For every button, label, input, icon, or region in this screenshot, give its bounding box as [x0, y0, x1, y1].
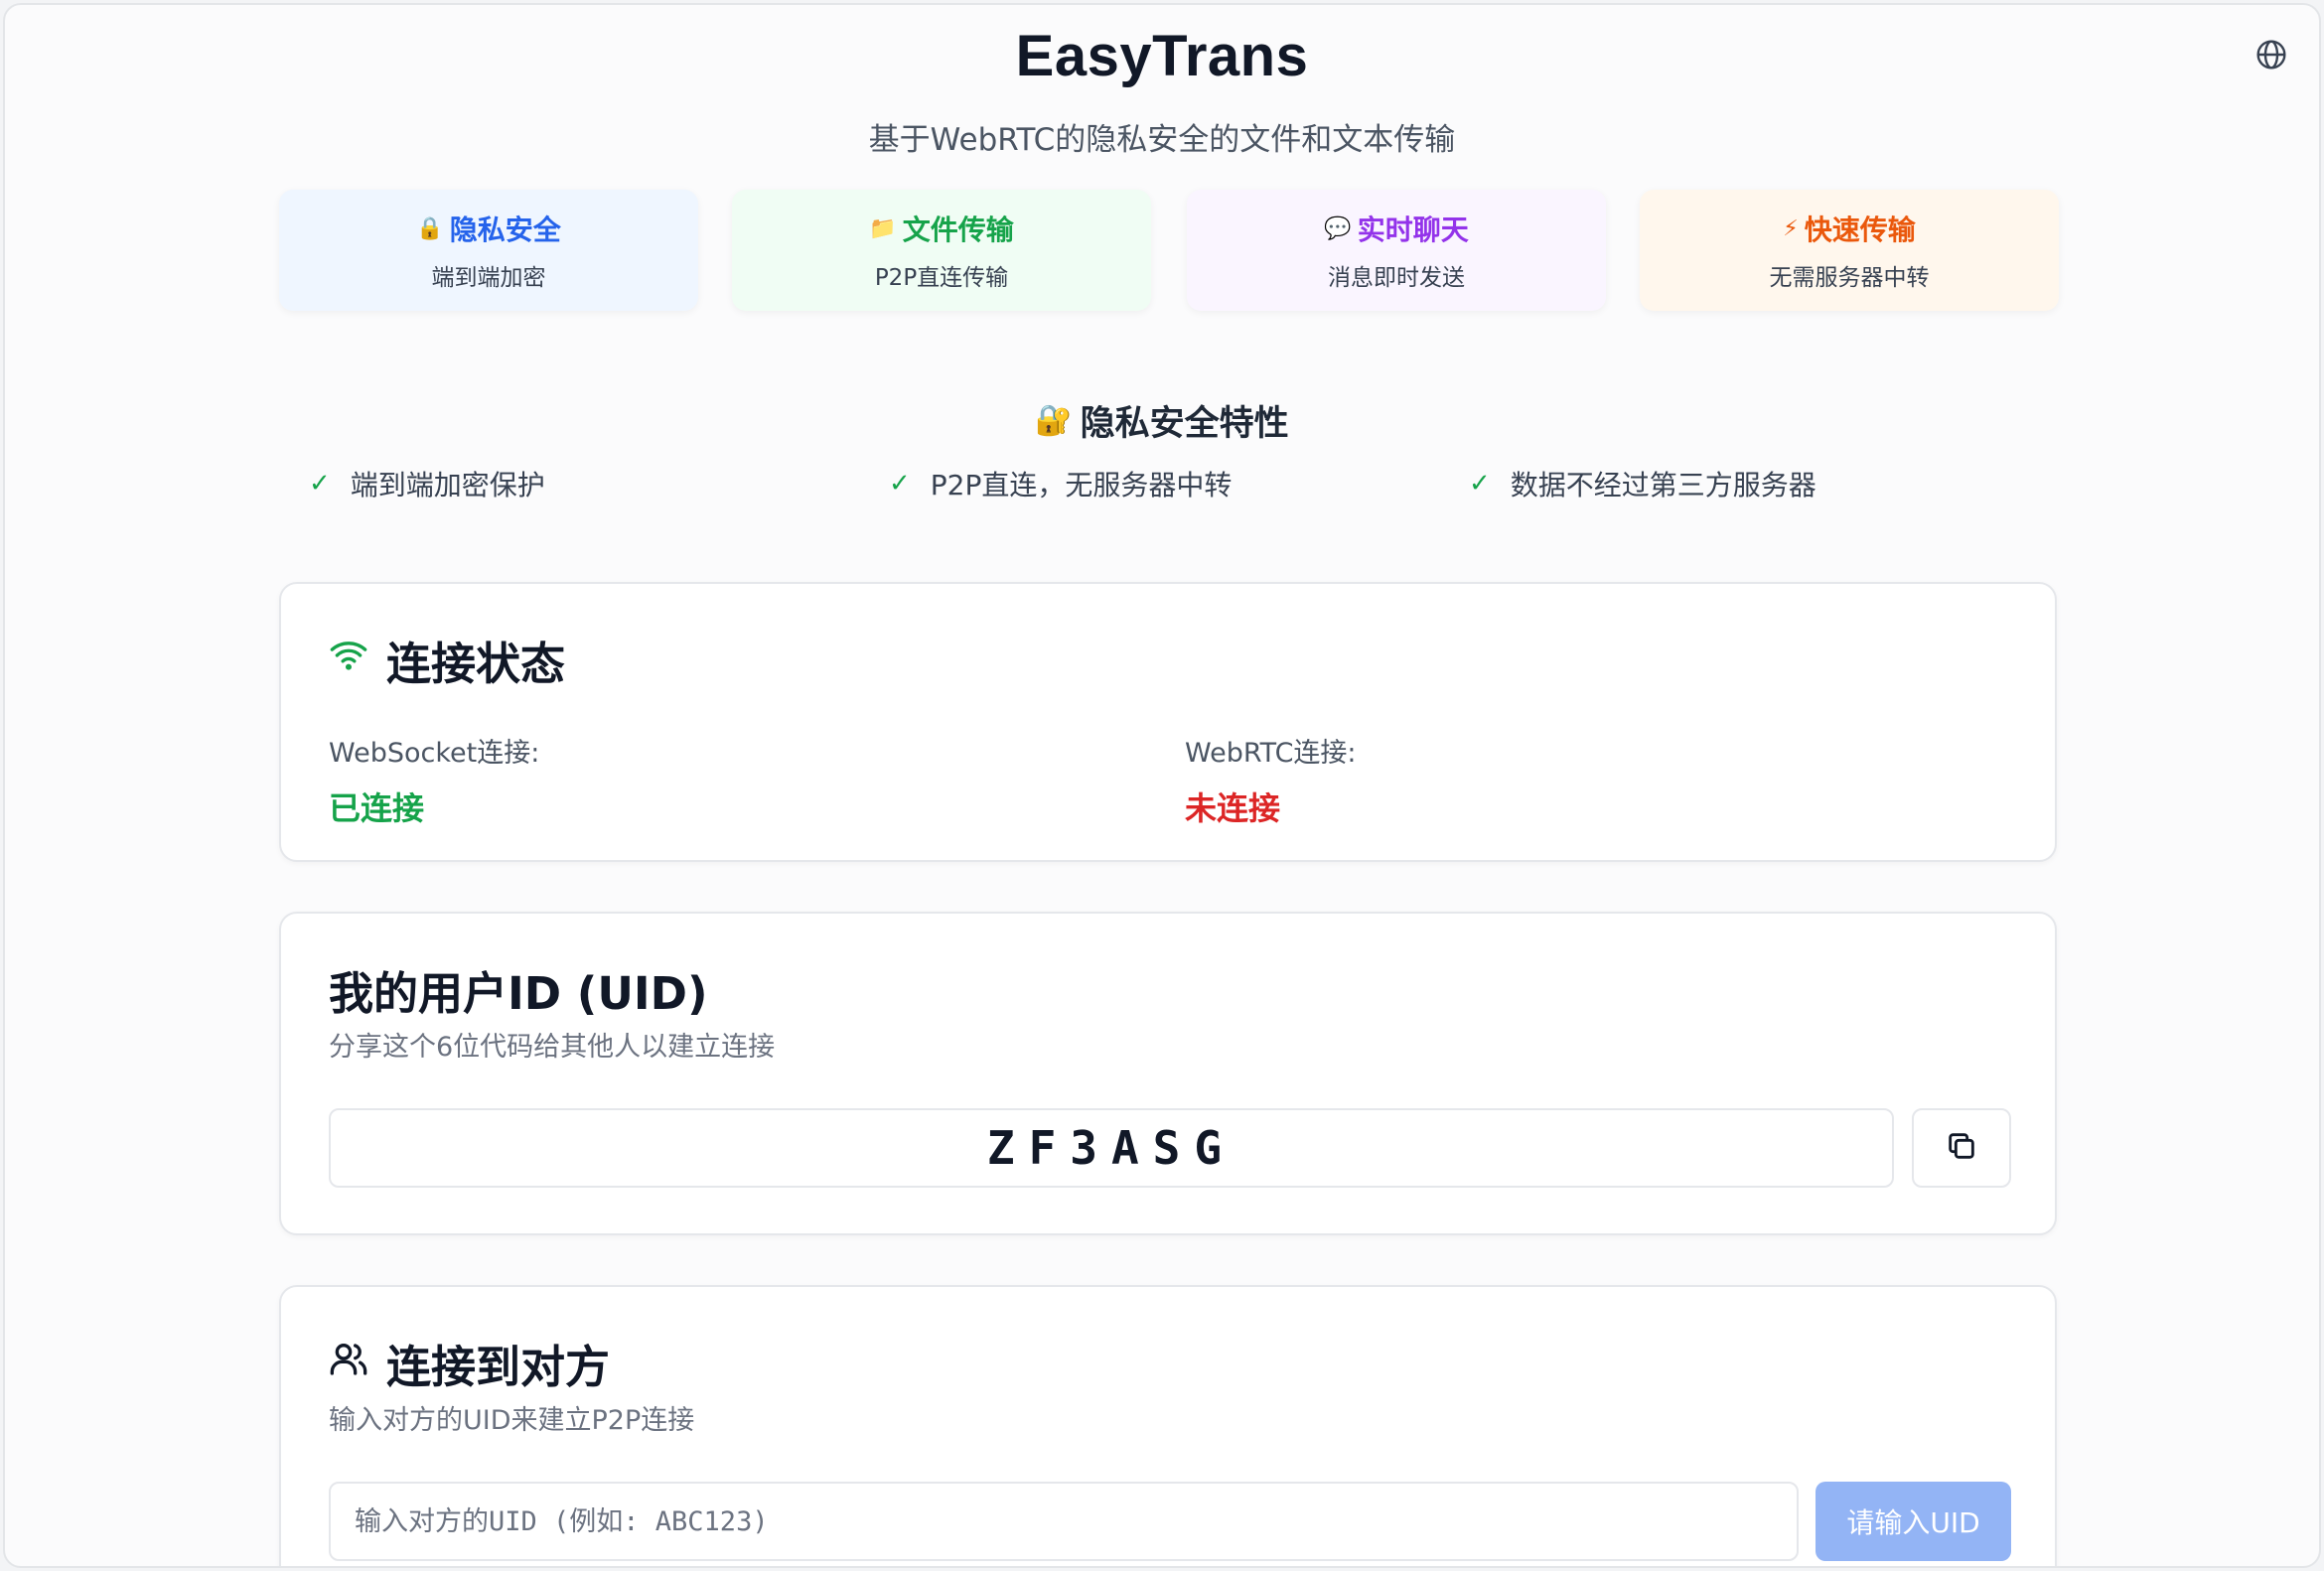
websocket-status: WebSocket连接: 已连接 [329, 731, 539, 829]
privacy-section-heading: 🔐 隐私安全特性 [5, 395, 2319, 446]
uid-display: ZF3ASG [329, 1108, 1894, 1188]
connect-button[interactable]: 请输入UID [1816, 1482, 2011, 1561]
my-uid-subtitle: 分享这个6位代码给其他人以建立连接 [329, 1032, 776, 1063]
connect-peer-card: 连接到对方 输入对方的UID来建立P2P连接 请输入UID [279, 1285, 2057, 1566]
feature-desc: P2P直连传输 [874, 265, 1009, 291]
feature-card-fast: ⚡ 快速传输 无需服务器中转 [1640, 190, 2059, 311]
feature-title: 文件传输 [902, 214, 1014, 246]
webrtc-label: WebRTC连接: [1185, 738, 1357, 769]
connection-status-title: 连接状态 [329, 628, 565, 692]
check-item: ✓ 数据不经过第三方服务器 [1469, 464, 1816, 503]
check-icon: ✓ [889, 469, 911, 499]
feature-card-file: 📁 文件传输 P2P直连传输 [732, 190, 1151, 311]
users-icon [329, 1337, 368, 1389]
check-icon: ✓ [1469, 469, 1491, 499]
app-window: EasyTrans 基于WebRTC的隐私安全的文件和文本传输 🔒 隐私安全 端… [3, 3, 2321, 1568]
wifi-icon [329, 634, 368, 686]
feature-title: 隐私安全 [449, 214, 561, 246]
app-subtitle: 基于WebRTC的隐私安全的文件和文本传输 [868, 122, 1456, 158]
check-text: 数据不经过第三方服务器 [1510, 469, 1816, 501]
lock-icon: 🔒 [416, 215, 444, 241]
websocket-label: WebSocket连接: [329, 738, 540, 769]
connect-peer-title: 连接到对方 [329, 1331, 610, 1395]
websocket-value: 已连接 [329, 789, 425, 827]
app-title: EasyTrans [1015, 24, 1309, 88]
check-text: P2P直连，无服务器中转 [930, 469, 1233, 501]
check-text: 端到端加密保护 [350, 469, 545, 501]
feature-card-chat: 💬 实时聊天 消息即时发送 [1187, 190, 1606, 311]
lock-key-icon: 🔐 [1035, 403, 1073, 438]
speech-bubble-icon: 💬 [1324, 215, 1352, 241]
my-uid-card: 我的用户ID (UID) 分享这个6位代码给其他人以建立连接 ZF3ASG [279, 912, 2057, 1235]
feature-card-privacy: 🔒 隐私安全 端到端加密 [279, 190, 698, 311]
folder-icon: 📁 [869, 215, 897, 241]
lightning-icon: ⚡ [1783, 215, 1799, 241]
peer-uid-input[interactable] [329, 1482, 1799, 1561]
webrtc-value: 未连接 [1185, 789, 1281, 827]
feature-desc: 消息即时发送 [1328, 265, 1465, 291]
connect-peer-subtitle: 输入对方的UID来建立P2P连接 [329, 1405, 695, 1436]
copy-icon [1945, 1129, 1978, 1167]
check-item: ✓ P2P直连，无服务器中转 [889, 464, 1232, 503]
check-icon: ✓ [309, 469, 331, 499]
check-item: ✓ 端到端加密保护 [309, 464, 545, 503]
webrtc-status: WebRTC连接: 未连接 [1185, 731, 1357, 829]
copy-uid-button[interactable] [1912, 1108, 2011, 1188]
feature-title: 快速传输 [1804, 214, 1916, 246]
privacy-heading-text: 隐私安全特性 [1080, 404, 1289, 444]
my-uid-title: 我的用户ID (UID) [329, 967, 708, 1020]
feature-title: 实时聊天 [1357, 214, 1469, 246]
feature-desc: 无需服务器中转 [1769, 265, 1930, 291]
feature-cards: 🔒 隐私安全 端到端加密 📁 文件传输 P2P直连传输 💬 实时聊天 消息即时发… [279, 190, 2059, 311]
feature-desc: 端到端加密 [431, 265, 546, 291]
connection-status-card: 连接状态 WebSocket连接: 已连接 WebRTC连接: 未连接 [279, 582, 2057, 862]
